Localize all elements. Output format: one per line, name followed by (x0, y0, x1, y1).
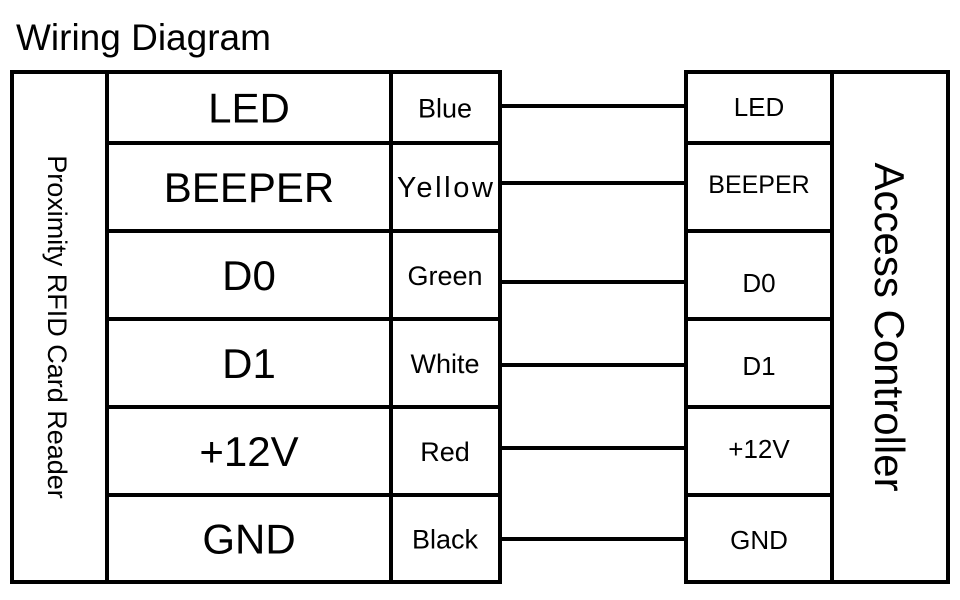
controller-terminal-label: LED (734, 92, 785, 122)
controller-terminal-label: D0 (742, 268, 775, 298)
controller-terminal-label: GND (730, 525, 788, 555)
card-reader-block: Proximity RFID Card Reader LED Blue BEEPER Y… (10, 70, 502, 584)
reader-pin-label: +12V (199, 428, 298, 475)
controller-terminal-label: D1 (742, 351, 775, 381)
reader-pin-label: D1 (222, 340, 276, 387)
reader-pin-label: D0 (222, 252, 276, 299)
reader-pin-label: GND (202, 516, 295, 563)
wiring-diagram: Proximity RFID Card Reader LED Blue BEEPER Y… (10, 70, 950, 584)
wire-color-label: White (410, 349, 479, 379)
controller-terminal-label: BEEPER (708, 171, 809, 199)
reader-outline (10, 70, 502, 584)
wire-color-label: Black (412, 525, 479, 555)
wire-color-label: Blue (418, 94, 472, 124)
wire-color-label: Red (420, 437, 470, 467)
wire-color-label: Yellow (397, 172, 494, 204)
controller-terminal-label: +12V (728, 434, 790, 464)
wires (500, 104, 686, 541)
access-controller-block: LED BEEPER D0 D1 +12V GND Access Controller (684, 70, 950, 584)
wire-color-label: Green (407, 261, 482, 291)
reader-name: Proximity RFID Card Reader (42, 155, 72, 499)
reader-pin-label: LED (208, 85, 290, 132)
reader-pin-label: BEEPER (164, 164, 334, 211)
controller-name: Access Controller (866, 162, 913, 491)
